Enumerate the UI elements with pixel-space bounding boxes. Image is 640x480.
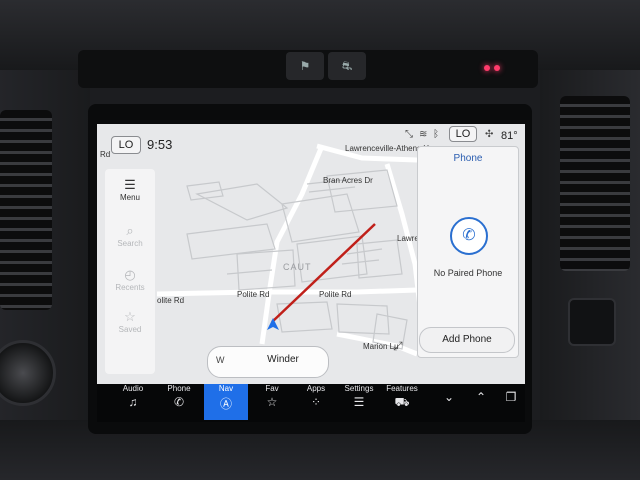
climate-left-chip[interactable]: LO (111, 136, 141, 154)
nav-status-icon: ⤡ (405, 129, 413, 140)
phone-icon: ✆ (173, 395, 185, 409)
dock-label: Fav (265, 384, 279, 393)
dock-label: Phone (167, 384, 191, 393)
recents-label: Recents (115, 283, 145, 292)
star-icon: ☆ (266, 395, 278, 409)
dock-label: Settings (344, 384, 374, 393)
destination-name: Winder (267, 354, 299, 365)
music-icon: ♫ (128, 395, 138, 409)
apps-grid-icon: ⁘ (310, 395, 322, 409)
clock: 9:53 (147, 137, 173, 152)
map-label-road: Lawre (397, 234, 419, 243)
search-icon: ⌕ (126, 223, 134, 238)
clock-icon: ◴ (124, 267, 136, 282)
hazard-button[interactable]: ⚑ (286, 52, 324, 80)
phone-icon: ✆ (450, 217, 488, 255)
side-button[interactable] (568, 298, 616, 346)
vehicle-icon: ⛟ (394, 395, 410, 409)
dock-label: Nav (218, 384, 234, 393)
map-label-road: Polite Rd (237, 290, 270, 299)
fan-icon: ✣ (485, 129, 494, 140)
phone-status: No Paired Phone (433, 268, 503, 278)
indicator-led (484, 65, 490, 71)
dock-label: Audio (122, 384, 144, 393)
settings-sliders-icon: ☰ (353, 395, 365, 409)
hamburger-icon: ☰ (124, 177, 136, 192)
dock-phone[interactable]: Phone ✆ (157, 384, 201, 420)
windows-icon: ❐ (505, 390, 517, 404)
recents-button[interactable]: ◴ Recents (105, 267, 155, 292)
side-menu: ☰ Menu ⌕ Search ◴ Recents ☆ Saved (105, 169, 155, 374)
chevron-down-icon: ⌄ (443, 390, 455, 404)
menu-button[interactable]: ☰ Menu (105, 177, 155, 202)
dock-audio[interactable]: Audio ♫ (111, 384, 155, 420)
search-button[interactable]: ⌕ Search (105, 223, 155, 248)
map-label-road: olite Rd (157, 296, 185, 305)
right-vent (560, 96, 630, 271)
navigation-icon: Ⓐ (219, 397, 232, 411)
chevron-up-icon: ⌃ (475, 390, 487, 404)
dock-settings[interactable]: Settings ☰ (337, 384, 381, 420)
map-label-area: CAUT (283, 262, 312, 272)
heading-direction: W (216, 355, 225, 365)
bottom-dock: Audio ♫ Phone ✆ Nav Ⓐ Fav ☆ Apps ⁘ Setti… (97, 384, 525, 422)
search-label: Search (117, 239, 143, 248)
map-label-road: Polite Rd (319, 290, 352, 299)
saved-label: Saved (118, 325, 142, 334)
dock-label: Features (386, 384, 418, 393)
route-chip[interactable]: W Winder (207, 346, 329, 378)
star-icon: ☆ (124, 309, 136, 324)
dock-nav[interactable]: Nav Ⓐ (204, 384, 248, 420)
outside-temperature: 81° (501, 130, 518, 142)
left-vent (0, 110, 52, 310)
menu-label: Menu (119, 193, 140, 202)
map-label-road: Marion Lu (363, 342, 399, 351)
traction-button[interactable]: ⛐ (328, 52, 366, 80)
climate-right-chip[interactable]: LO (449, 126, 477, 142)
add-phone-button[interactable]: Add Phone (419, 327, 515, 353)
map-label-road: Bran Acres Dr (323, 176, 373, 185)
phone-panel-title: Phone (453, 153, 483, 164)
bluetooth-icon: ᛒ (433, 129, 439, 140)
dock-fav[interactable]: Fav ☆ (250, 384, 294, 420)
dock-apps[interactable]: Apps ⁘ (294, 384, 338, 420)
indicator-led (494, 65, 500, 71)
dock-features[interactable]: Features ⛟ (380, 384, 424, 420)
dock-label: Apps (306, 384, 326, 393)
saved-button[interactable]: ☆ Saved (105, 309, 155, 334)
wifi-icon: ≋ (419, 129, 428, 140)
infotainment-screen: ⤢ Lawrenceville-Athens Hwy Bran Acres Dr… (97, 124, 525, 402)
multitask-button[interactable]: ❐ (489, 390, 533, 426)
